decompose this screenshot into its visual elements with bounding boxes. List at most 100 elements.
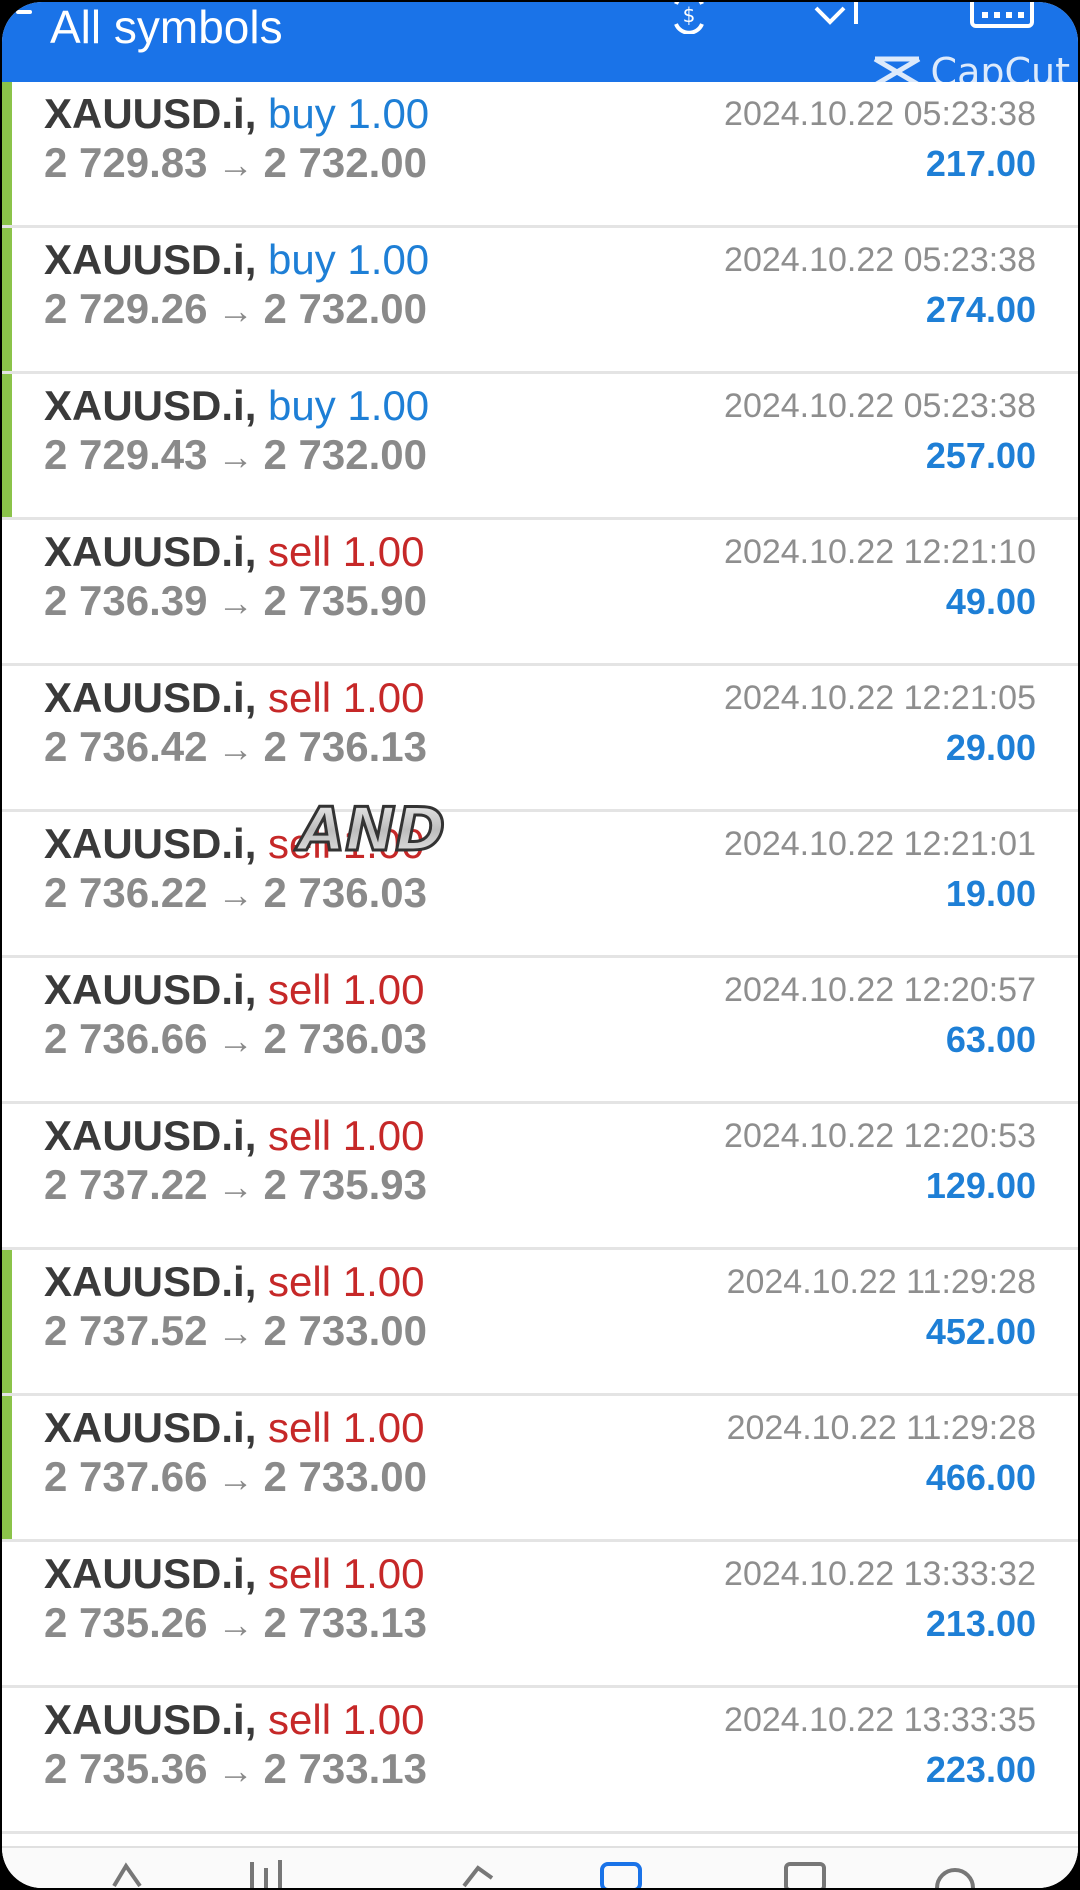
trade-time: 2024.10.22 12:20:57 — [724, 971, 1036, 1009]
trade-volume: 1.00 — [342, 966, 425, 1013]
trade-row[interactable]: XAUUSD.i, sell 1.00 2 737.22 → 2 735.93 2024… — [2, 1104, 1078, 1250]
trade-symbol: XAUUSD.i, — [44, 1258, 257, 1305]
back-icon[interactable] — [16, 10, 32, 14]
open-price: 2 736.66 — [44, 1015, 208, 1062]
close-price: 2 736.03 — [263, 1015, 428, 1062]
close-price: 2 732.00 — [263, 431, 428, 478]
chart-icon[interactable] — [242, 1858, 288, 1888]
close-price: 2 732.00 — [263, 139, 428, 186]
trade-prices: 2 729.43 → 2 732.00 — [44, 429, 427, 483]
trade-profit: 466.00 — [925, 1457, 1036, 1498]
trade-symbol: XAUUSD.i, — [44, 236, 257, 283]
trade-prices: 2 729.83 → 2 732.00 — [44, 137, 427, 191]
trade-direction: buy — [268, 382, 336, 429]
trade-profit: 257.00 — [925, 435, 1036, 476]
trade-title: XAUUSD.i, sell 1.00 — [44, 818, 424, 870]
trade-direction: sell — [268, 966, 332, 1013]
trade-direction: sell — [268, 1550, 332, 1597]
trade-symbol: XAUUSD.i, — [44, 966, 257, 1013]
trade-row[interactable]: XAUUSD.i, sell 1.00 2 736.66 → 2 736.03 2024… — [2, 958, 1078, 1104]
trade-time: 2024.10.22 12:21:10 — [724, 533, 1036, 571]
trade-direction: sell — [268, 1696, 332, 1743]
trade-direction: buy — [268, 90, 336, 137]
trade-volume: 1.00 — [347, 382, 430, 429]
open-price: 2 736.42 — [44, 723, 208, 770]
trade-symbol: XAUUSD.i, — [44, 90, 257, 137]
bottom-navigation — [2, 1846, 1078, 1888]
app-bar: All symbols $ CapCut — [2, 2, 1078, 94]
svg-text:$: $ — [683, 3, 696, 27]
trade-time: 2024.10.22 05:23:38 — [724, 241, 1036, 279]
arrow-right-icon: → — [217, 1458, 254, 1499]
arrow-right-icon: → — [217, 582, 254, 623]
open-price: 2 737.52 — [44, 1307, 208, 1354]
trade-prices: 2 735.36 → 2 733.13 — [44, 1743, 427, 1797]
open-price: 2 735.26 — [44, 1599, 208, 1646]
trade-profit: 63.00 — [945, 1019, 1036, 1060]
trade-row[interactable]: XAUUSD.i, sell 1.00 2 735.26 → 2 733.13 2024… — [2, 1542, 1078, 1688]
trade-profit: 223.00 — [925, 1749, 1036, 1790]
trade-row[interactable]: XAUUSD.i, buy 1.00 2 729.43 → 2 732.00 2024.… — [2, 374, 1078, 520]
trade-volume: 1.00 — [342, 1696, 425, 1743]
open-price: 2 729.83 — [44, 139, 208, 186]
sort-icon[interactable] — [810, 2, 870, 34]
trade-profit: 217.00 — [925, 143, 1036, 184]
trade-time: 2024.10.22 11:29:28 — [726, 1409, 1036, 1447]
arrow-right-icon: → — [217, 1604, 254, 1645]
trade-row[interactable]: XAUUSD.i, buy 1.00 2 729.26 → 2 732.00 2024.… — [2, 228, 1078, 374]
trade-row[interactable]: XAUUSD.i, sell 1.00 2 735.36 → 2 733.13 2024… — [2, 1688, 1078, 1834]
open-price: 2 729.43 — [44, 431, 208, 478]
quotes-icon[interactable] — [106, 1858, 152, 1888]
trade-direction: sell — [268, 528, 332, 575]
arrow-right-icon: → — [217, 1166, 254, 1207]
close-price: 2 736.03 — [263, 869, 428, 916]
trade-title: XAUUSD.i, sell 1.00 — [44, 1694, 424, 1746]
open-price: 2 737.66 — [44, 1453, 208, 1500]
trade-title: XAUUSD.i, sell 1.00 — [44, 1110, 424, 1162]
trade-title: XAUUSD.i, buy 1.00 — [44, 380, 429, 432]
open-price: 2 736.39 — [44, 577, 208, 624]
trade-title: XAUUSD.i, sell 1.00 — [44, 1256, 424, 1308]
close-price: 2 733.13 — [263, 1599, 428, 1646]
messages-icon[interactable] — [782, 1858, 828, 1888]
arrow-right-icon: → — [217, 1750, 254, 1791]
trade-volume: 1.00 — [342, 820, 425, 867]
settings-icon[interactable] — [932, 1858, 978, 1888]
trade-symbol: XAUUSD.i, — [44, 1112, 257, 1159]
trade-symbol: XAUUSD.i, — [44, 528, 257, 575]
trade-volume: 1.00 — [342, 1550, 425, 1597]
trade-title: XAUUSD.i, sell 1.00 — [44, 1402, 424, 1454]
trade-row[interactable]: XAUUSD.i, sell 1.00 2 737.52 → 2 733.00 2024… — [2, 1250, 1078, 1396]
trade-volume: 1.00 — [342, 528, 425, 575]
trade-symbol: XAUUSD.i, — [44, 1550, 257, 1597]
arrow-right-icon: → — [217, 1020, 254, 1061]
trade-row[interactable]: XAUUSD.i, sell 1.00 2 736.22 → 2 736.03 2024… — [2, 812, 1078, 958]
close-price: 2 733.00 — [263, 1307, 428, 1354]
trade-row[interactable]: XAUUSD.i, buy 1.00 2 729.83 → 2 732.00 2024.… — [2, 82, 1078, 228]
trade-history-list[interactable]: XAUUSD.i, buy 1.00 2 729.83 → 2 732.00 2024.… — [2, 82, 1078, 1834]
close-price: 2 735.90 — [263, 577, 428, 624]
trade-symbol: XAUUSD.i, — [44, 1696, 257, 1743]
history-icon[interactable] — [598, 1858, 644, 1888]
trade-volume: 1.00 — [342, 1112, 425, 1159]
trade-icon[interactable] — [454, 1858, 500, 1888]
trade-row[interactable]: XAUUSD.i, sell 1.00 2 737.66 → 2 733.00 2024… — [2, 1396, 1078, 1542]
trade-volume: 1.00 — [342, 1404, 425, 1451]
trade-time: 2024.10.22 13:33:32 — [724, 1555, 1036, 1593]
trade-volume: 1.00 — [347, 236, 430, 283]
close-price: 2 732.00 — [263, 285, 428, 332]
trade-volume: 1.00 — [342, 1258, 425, 1305]
dollar-sync-icon[interactable]: $ — [666, 2, 726, 34]
trade-row[interactable]: XAUUSD.i, sell 1.00 2 736.42 → 2 736.13 2024… — [2, 666, 1078, 812]
trade-title: XAUUSD.i, sell 1.00 — [44, 964, 424, 1016]
trade-profit: 129.00 — [925, 1165, 1036, 1206]
calendar-icon[interactable] — [968, 2, 1038, 34]
trade-prices: 2 729.26 → 2 732.00 — [44, 283, 427, 337]
trade-volume: 1.00 — [342, 674, 425, 721]
trade-symbol: XAUUSD.i, — [44, 382, 257, 429]
trade-prices: 2 736.42 → 2 736.13 — [44, 721, 427, 775]
trade-prices: 2 736.66 → 2 736.03 — [44, 1013, 427, 1067]
trade-row[interactable]: XAUUSD.i, sell 1.00 2 736.39 → 2 735.90 2024… — [2, 520, 1078, 666]
trade-time: 2024.10.22 05:23:38 — [724, 387, 1036, 425]
trade-prices: 2 735.26 → 2 733.13 — [44, 1597, 427, 1651]
